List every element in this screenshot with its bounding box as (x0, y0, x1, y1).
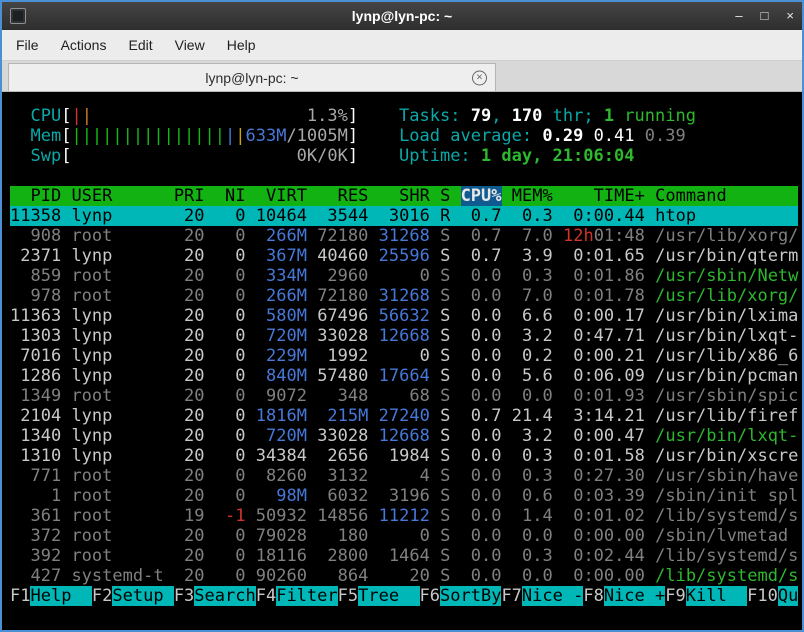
qterminal-window: lynp@lyn-pc: ~ – □ × File Actions Edit V… (0, 0, 804, 632)
load-5min: 0.41 (594, 126, 635, 146)
column-header-cpu[interactable]: CPU% (461, 186, 502, 206)
terminal-app-icon (10, 8, 26, 24)
process-row-361[interactable]: 361 root 19 -1 50932 14856 11212 S 0.0 1… (10, 506, 802, 526)
column-header-res[interactable]: RES (317, 186, 368, 206)
window-title: lynp@lyn-pc: ~ (2, 8, 802, 24)
process-row-1[interactable]: 1 root 20 0 98M 6032 3196 S 0.0 0.6 0:03… (10, 486, 802, 506)
load-15min: 0.39 (645, 126, 686, 146)
load-1min: 0.29 (542, 126, 583, 146)
menu-item-help[interactable]: Help (227, 37, 256, 53)
fnkey-f5[interactable]: F5 (338, 586, 358, 606)
process-row-859[interactable]: 859 root 20 0 334M 2960 0 S 0.0 0.3 0:01… (10, 266, 802, 286)
fnlabel-f6[interactable]: SortBy (440, 586, 501, 606)
process-row-2371[interactable]: 2371 lynp 20 0 367M 40460 25596 S 0.7 3.… (10, 246, 802, 266)
column-header-time[interactable]: TIME+ (563, 186, 645, 206)
process-row-1286[interactable]: 1286 lynp 20 0 840M 57480 17664 S 0.0 5.… (10, 366, 802, 386)
fnkey-f7[interactable]: F7 (501, 586, 521, 606)
swp-meter-value: 0K/0K (297, 146, 348, 166)
menu-item-edit[interactable]: Edit (128, 37, 152, 53)
swp-meter: Swp[ 0K/0K] Uptime: 1 day, 21:06:04 (10, 146, 802, 166)
process-row-11363[interactable]: 11363 lynp 20 0 580M 67496 56632 S 0.0 6… (10, 306, 802, 326)
fnlabel-f8[interactable]: Nice + (604, 586, 665, 606)
tasks-threads: 170 (512, 106, 543, 126)
process-row-1303[interactable]: 1303 lynp 20 0 720M 33028 12668 S 0.0 3.… (10, 326, 802, 346)
column-header-pri[interactable]: PRI (174, 186, 205, 206)
swp-meter-label: Swp (30, 146, 61, 166)
terminal-tab[interactable]: lynp@lyn-pc: ~ × (8, 63, 496, 91)
menu-bar: File Actions Edit View Help (2, 30, 802, 61)
title-bar: lynp@lyn-pc: ~ – □ × (2, 2, 802, 30)
fnkey-f9[interactable]: F9 (665, 586, 685, 606)
terminal-screen[interactable]: CPU[|| 1.3%] Tasks: 79, 170 thr; 1 runni… (2, 92, 802, 630)
uptime-label: Uptime: (399, 146, 481, 166)
process-row-372[interactable]: 372 root 20 0 79028 180 0 S 0.0 0.0 0:00… (10, 526, 802, 546)
tab-close-icon[interactable]: × (472, 70, 487, 85)
tasks-label: Tasks: (399, 106, 471, 126)
fnlabel-f4[interactable]: Filter (276, 586, 337, 606)
mem-meter: Mem[|||||||||||||||||633M/1005M] Load av… (10, 126, 802, 146)
process-row-11358[interactable]: 11358 lynp 20 0 10464 3544 3016 R 0.7 0.… (10, 206, 802, 226)
column-header-command[interactable]: Command (655, 186, 798, 206)
mem-meter-bar: ||||||||||||||| (71, 126, 225, 146)
fnkey-f4[interactable]: F4 (256, 586, 276, 606)
minimize-button-icon[interactable]: – (735, 2, 742, 30)
fnkey-f8[interactable]: F8 (583, 586, 603, 606)
mem-meter-label: Mem (30, 126, 61, 146)
fnlabel-f3[interactable]: Search (194, 586, 255, 606)
fnkey-f3[interactable]: F3 (174, 586, 194, 606)
function-bar[interactable]: F1Help F2Setup F3SearchF4FilterF5Tree F6… (10, 586, 802, 606)
cpu-meter-label: CPU (30, 106, 61, 126)
mem-meter-value: 633M (245, 126, 286, 146)
tab-bar: lynp@lyn-pc: ~ × (2, 61, 802, 92)
fnlabel-f9[interactable]: Kill (686, 586, 747, 606)
column-header-s[interactable]: S (440, 186, 450, 206)
process-row-1340[interactable]: 1340 lynp 20 0 720M 33028 12668 S 0.0 3.… (10, 426, 802, 446)
process-row-771[interactable]: 771 root 20 0 8260 3132 4 S 0.0 0.3 0:27… (10, 466, 802, 486)
fnkey-f10[interactable]: F10 (747, 586, 778, 606)
column-header-user[interactable]: USER (71, 186, 163, 206)
fnlabel-f5[interactable]: Tree (358, 586, 419, 606)
load-average-label: Load average: (399, 126, 542, 146)
tasks-count: 79 (471, 106, 491, 126)
cpu-meter: CPU[|| 1.3%] Tasks: 79, 170 thr; 1 runni… (10, 106, 802, 126)
column-header-ni[interactable]: NI (215, 186, 246, 206)
close-button-icon[interactable]: × (786, 2, 794, 30)
blank-line (10, 166, 802, 186)
fnkey-f2[interactable]: F2 (92, 586, 112, 606)
fnlabel-f1[interactable]: Help (30, 586, 91, 606)
process-row-1310[interactable]: 1310 lynp 20 0 34384 2656 1984 S 0.0 0.3… (10, 446, 802, 466)
cpu-meter-bar: | (82, 106, 92, 126)
mem-meter-bar: | (235, 126, 245, 146)
mem-meter-bar: | (225, 126, 235, 146)
process-row-978[interactable]: 978 root 20 0 266M 72180 31268 S 0.0 7.0… (10, 286, 802, 306)
menu-item-actions[interactable]: Actions (61, 37, 107, 53)
column-header-shr[interactable]: SHR (379, 186, 430, 206)
uptime-value: 1 day, 21:06:04 (481, 146, 635, 166)
column-header-virt[interactable]: VIRT (256, 186, 307, 206)
fnlabel-f2[interactable]: Setup (112, 586, 173, 606)
fnkey-f1[interactable]: F1 (10, 586, 30, 606)
tasks-running-count: 1 (604, 106, 614, 126)
menu-item-file[interactable]: File (16, 37, 39, 53)
process-row-392[interactable]: 392 root 20 0 18116 2800 1464 S 0.0 0.3 … (10, 546, 802, 566)
window-buttons: – □ × (735, 2, 794, 30)
column-header-pid[interactable]: PID (10, 186, 61, 206)
cpu-meter-bar: | (71, 106, 81, 126)
process-table-header[interactable]: PID USER PRI NI VIRT RES SHR S CPU% MEM%… (10, 186, 802, 206)
column-header-mem[interactable]: MEM% (512, 186, 553, 206)
cpu-meter-value: 1.3% (307, 106, 348, 126)
mem-meter-value: /1005M (286, 126, 347, 146)
tab-label: lynp@lyn-pc: ~ (205, 70, 298, 86)
fnlabel-f10[interactable]: Qu (778, 586, 798, 606)
process-row-908[interactable]: 908 root 20 0 266M 72180 31268 S 0.7 7.0… (10, 226, 802, 246)
process-row-1349[interactable]: 1349 root 20 0 9072 348 68 S 0.0 0.0 0:0… (10, 386, 802, 406)
process-row-7016[interactable]: 7016 lynp 20 0 229M 1992 0 S 0.0 0.2 0:0… (10, 346, 802, 366)
process-row-2104[interactable]: 2104 lynp 20 0 1816M 215M 27240 S 0.7 21… (10, 406, 802, 426)
process-row-427[interactable]: 427 systemd-t 20 0 90260 864 20 S 0.0 0.… (10, 566, 802, 586)
menu-item-view[interactable]: View (175, 37, 205, 53)
fnkey-f6[interactable]: F6 (420, 586, 440, 606)
maximize-button-icon[interactable]: □ (761, 2, 769, 30)
fnlabel-f7[interactable]: Nice - (522, 586, 583, 606)
tasks-running-label: running (614, 106, 696, 126)
